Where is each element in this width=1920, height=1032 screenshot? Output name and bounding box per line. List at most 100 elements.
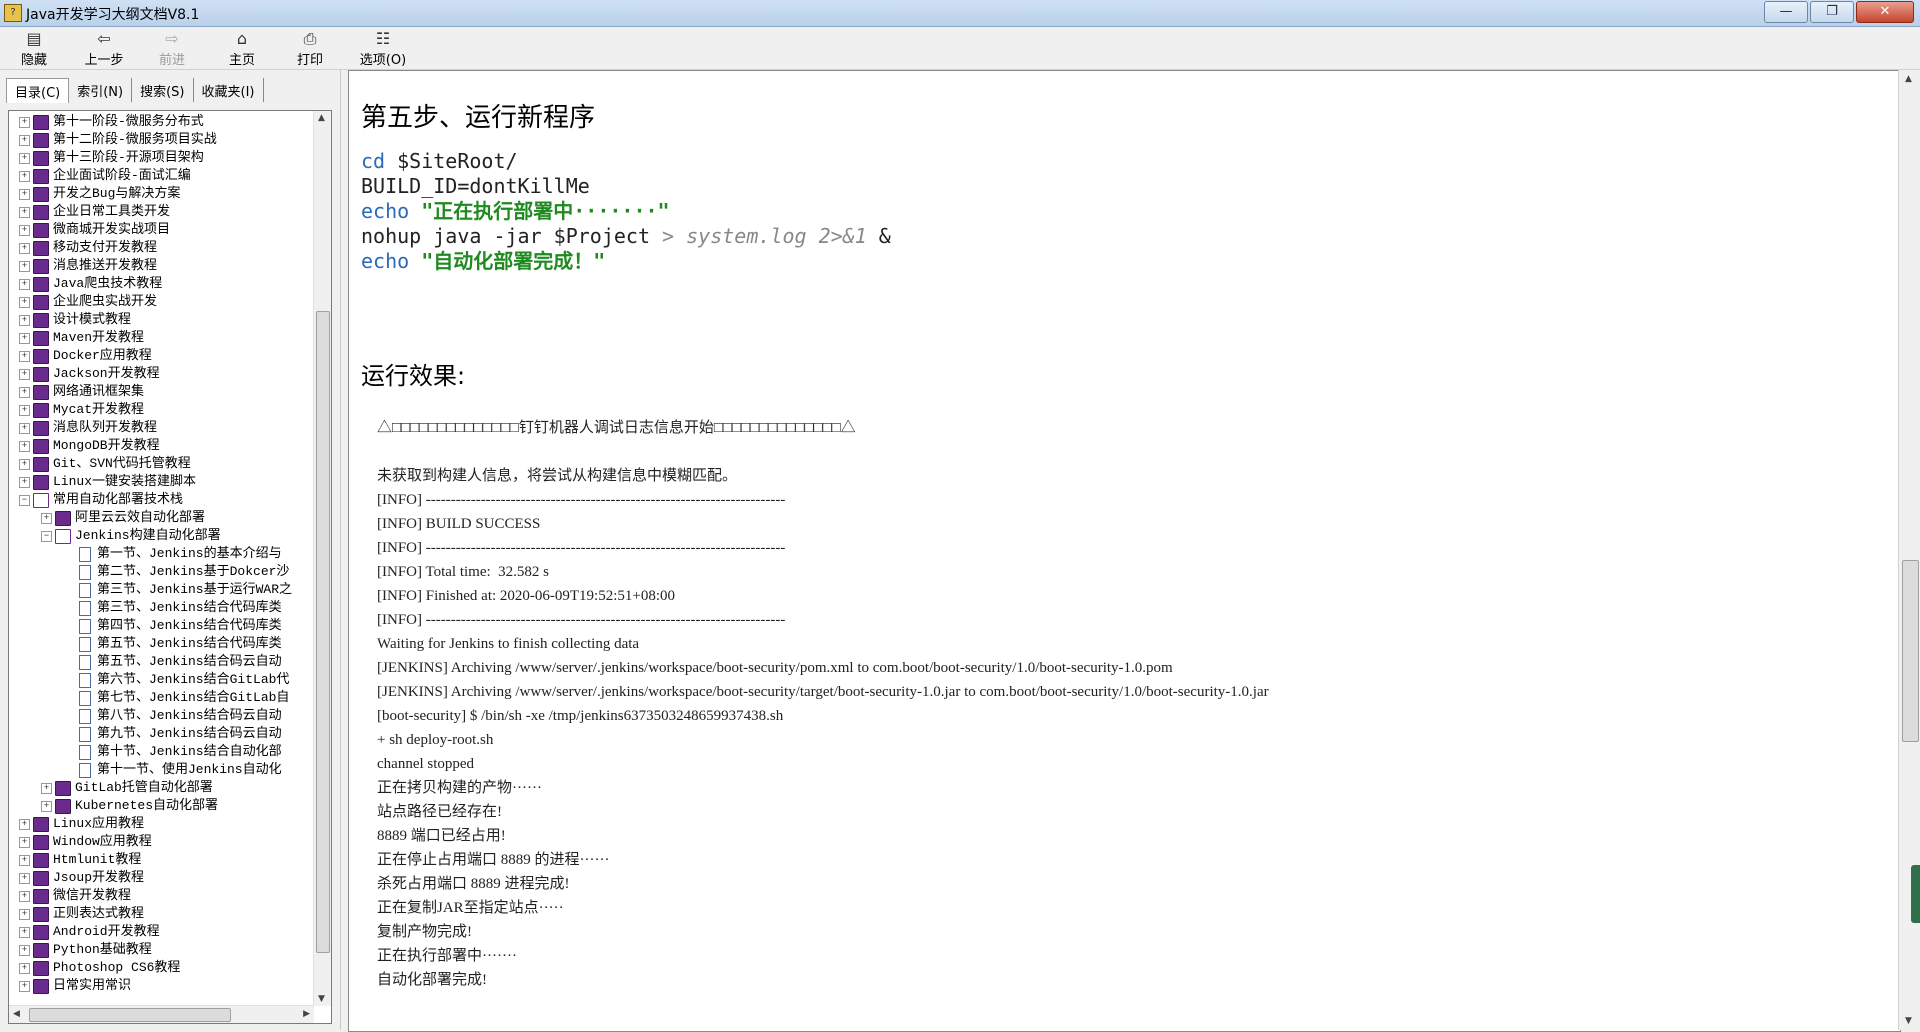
tab-search[interactable]: 搜索(S) bbox=[132, 78, 194, 102]
tree-vertical-scroll-thumb[interactable] bbox=[316, 311, 330, 953]
expand-icon[interactable]: + bbox=[19, 423, 30, 434]
tree-item[interactable]: + Python基础教程 bbox=[9, 941, 314, 959]
tree-item[interactable]: 第六节、Jenkins结合GitLab代 bbox=[9, 671, 314, 689]
tree-item[interactable]: + Mycat开发教程 bbox=[9, 401, 314, 419]
tree-horizontal-scrollbar[interactable]: ◀ ▶ bbox=[9, 1005, 314, 1023]
expand-icon[interactable]: + bbox=[19, 369, 30, 380]
tree-item[interactable]: + Photoshop CS6教程 bbox=[9, 959, 314, 977]
expand-icon[interactable]: + bbox=[19, 117, 30, 128]
home-button[interactable]: ⌂ 主页 bbox=[212, 29, 272, 68]
tree-item[interactable]: + 移动支付开发教程 bbox=[9, 239, 314, 257]
hide-button[interactable]: ▤ 隐藏 bbox=[4, 29, 64, 68]
tree-item[interactable]: 第七节、Jenkins结合GitLab自 bbox=[9, 689, 314, 707]
tree-item[interactable]: + 第十三阶段-开源项目架构 bbox=[9, 149, 314, 167]
expand-icon[interactable]: + bbox=[19, 333, 30, 344]
expand-icon[interactable]: + bbox=[19, 459, 30, 470]
tree-item[interactable]: 第四节、Jenkins结合代码库类 bbox=[9, 617, 314, 635]
tree-item[interactable]: 第二节、Jenkins基于Dokcer沙 bbox=[9, 563, 314, 581]
expand-icon[interactable]: + bbox=[19, 891, 30, 902]
tab-contents[interactable]: 目录(C) bbox=[6, 78, 70, 103]
tree-item[interactable]: + 日常实用常识 bbox=[9, 977, 314, 995]
tree-item[interactable]: 第五节、Jenkins结合代码库类 bbox=[9, 635, 314, 653]
tree-item[interactable]: + 微信开发教程 bbox=[9, 887, 314, 905]
tree-item[interactable]: + GitLab托管自动化部署 bbox=[9, 779, 314, 797]
tree-item[interactable]: + Java爬虫技术教程 bbox=[9, 275, 314, 293]
tree-item[interactable]: + Htmlunit教程 bbox=[9, 851, 314, 869]
back-button[interactable]: ⇦ 上一步 bbox=[74, 29, 134, 68]
tab-favorites[interactable]: 收藏夹(I) bbox=[194, 78, 264, 102]
expand-icon[interactable]: + bbox=[19, 441, 30, 452]
maximize-button[interactable]: ❐ bbox=[1810, 1, 1854, 23]
expand-icon[interactable]: + bbox=[19, 405, 30, 416]
forward-button[interactable]: ⇨ 前进 bbox=[142, 29, 202, 68]
tree-item[interactable]: + Kubernetes自动化部署 bbox=[9, 797, 314, 815]
tree-item[interactable]: 第五节、Jenkins结合码云自动 bbox=[9, 653, 314, 671]
tree-item[interactable]: 第三节、Jenkins结合代码库类 bbox=[9, 599, 314, 617]
tree-item[interactable]: + 网络通讯框架集 bbox=[9, 383, 314, 401]
tree-vertical-scrollbar[interactable]: ▲ ▼ bbox=[313, 111, 331, 1006]
expand-icon[interactable]: + bbox=[41, 783, 52, 794]
expand-icon[interactable]: + bbox=[19, 135, 30, 146]
expand-icon[interactable]: + bbox=[41, 801, 52, 812]
tree-item[interactable]: + 企业面试阶段-面试汇编 bbox=[9, 167, 314, 185]
collapse-icon[interactable]: − bbox=[41, 531, 52, 542]
expand-icon[interactable]: + bbox=[19, 279, 30, 290]
tree-item[interactable]: + 第十二阶段-微服务项目实战 bbox=[9, 131, 314, 149]
expand-icon[interactable]: + bbox=[19, 261, 30, 272]
content-scroll-down-icon[interactable]: ▼ bbox=[1905, 1016, 1912, 1026]
scroll-right-icon[interactable]: ▶ bbox=[303, 1009, 310, 1019]
tree-item[interactable]: + 开发之Bug与解决方案 bbox=[9, 185, 314, 203]
tree-item[interactable]: + MongoDB开发教程 bbox=[9, 437, 314, 455]
tree-item[interactable]: 第九节、Jenkins结合码云自动 bbox=[9, 725, 314, 743]
expand-icon[interactable]: + bbox=[19, 837, 30, 848]
expand-icon[interactable]: + bbox=[19, 225, 30, 236]
tree-item[interactable]: + Linux应用教程 bbox=[9, 815, 314, 833]
tree-item[interactable]: + Window应用教程 bbox=[9, 833, 314, 851]
options-button[interactable]: ☷ 选项(O) bbox=[350, 29, 416, 68]
tree-item[interactable]: + 微商城开发实战项目 bbox=[9, 221, 314, 239]
expand-icon[interactable]: + bbox=[19, 909, 30, 920]
tree-item[interactable]: + Linux一键安装搭建脚本 bbox=[9, 473, 314, 491]
expand-icon[interactable]: + bbox=[19, 171, 30, 182]
tree-item[interactable]: + 企业日常工具类开发 bbox=[9, 203, 314, 221]
collapse-icon[interactable]: − bbox=[19, 495, 30, 506]
tab-index[interactable]: 索引(N) bbox=[69, 78, 133, 102]
tree-item[interactable]: + Git、SVN代码托管教程 bbox=[9, 455, 314, 473]
tree-item[interactable]: 第十节、Jenkins结合自动化部 bbox=[9, 743, 314, 761]
tree-item[interactable]: + 企业爬虫实战开发 bbox=[9, 293, 314, 311]
side-tab-marker[interactable] bbox=[1911, 865, 1920, 923]
expand-icon[interactable]: + bbox=[19, 477, 30, 488]
content-scroll-up-icon[interactable]: ▲ bbox=[1905, 74, 1912, 84]
tree-item[interactable]: + 第十一阶段-微服务分布式 bbox=[9, 113, 314, 131]
expand-icon[interactable]: + bbox=[19, 351, 30, 362]
scroll-left-icon[interactable]: ◀ bbox=[13, 1009, 20, 1019]
content-vertical-scrollbar[interactable]: ▲ ▼ bbox=[1898, 70, 1920, 1030]
tree-item[interactable]: 第十一节、使用Jenkins自动化 bbox=[9, 761, 314, 779]
scroll-up-icon[interactable]: ▲ bbox=[318, 113, 325, 123]
tree-item[interactable]: + Maven开发教程 bbox=[9, 329, 314, 347]
tree-item[interactable]: − Jenkins构建自动化部署 bbox=[9, 527, 314, 545]
tree-item[interactable]: + 正则表达式教程 bbox=[9, 905, 314, 923]
tree-item[interactable]: 第三节、Jenkins基于运行WAR之 bbox=[9, 581, 314, 599]
tree-item[interactable]: + 消息推送开发教程 bbox=[9, 257, 314, 275]
close-button[interactable]: ✕ bbox=[1856, 1, 1914, 23]
content-vertical-scroll-thumb[interactable] bbox=[1902, 560, 1919, 742]
tree-item[interactable]: + 消息队列开发教程 bbox=[9, 419, 314, 437]
expand-icon[interactable]: + bbox=[19, 819, 30, 830]
expand-icon[interactable]: + bbox=[19, 873, 30, 884]
scroll-down-icon[interactable]: ▼ bbox=[318, 994, 325, 1004]
minimize-button[interactable]: — bbox=[1764, 1, 1808, 23]
tree-item[interactable]: + Android开发教程 bbox=[9, 923, 314, 941]
expand-icon[interactable]: + bbox=[19, 945, 30, 956]
tree-item[interactable]: + 设计模式教程 bbox=[9, 311, 314, 329]
expand-icon[interactable]: + bbox=[19, 963, 30, 974]
expand-icon[interactable]: + bbox=[41, 513, 52, 524]
expand-icon[interactable]: + bbox=[19, 315, 30, 326]
tree-item[interactable]: + Jsoup开发教程 bbox=[9, 869, 314, 887]
tree-item[interactable]: − 常用自动化部署技术栈 bbox=[9, 491, 314, 509]
expand-icon[interactable]: + bbox=[19, 855, 30, 866]
tree-horizontal-scroll-thumb[interactable] bbox=[29, 1008, 231, 1022]
expand-icon[interactable]: + bbox=[19, 207, 30, 218]
expand-icon[interactable]: + bbox=[19, 981, 30, 992]
tree-item[interactable]: + 阿里云云效自动化部署 bbox=[9, 509, 314, 527]
